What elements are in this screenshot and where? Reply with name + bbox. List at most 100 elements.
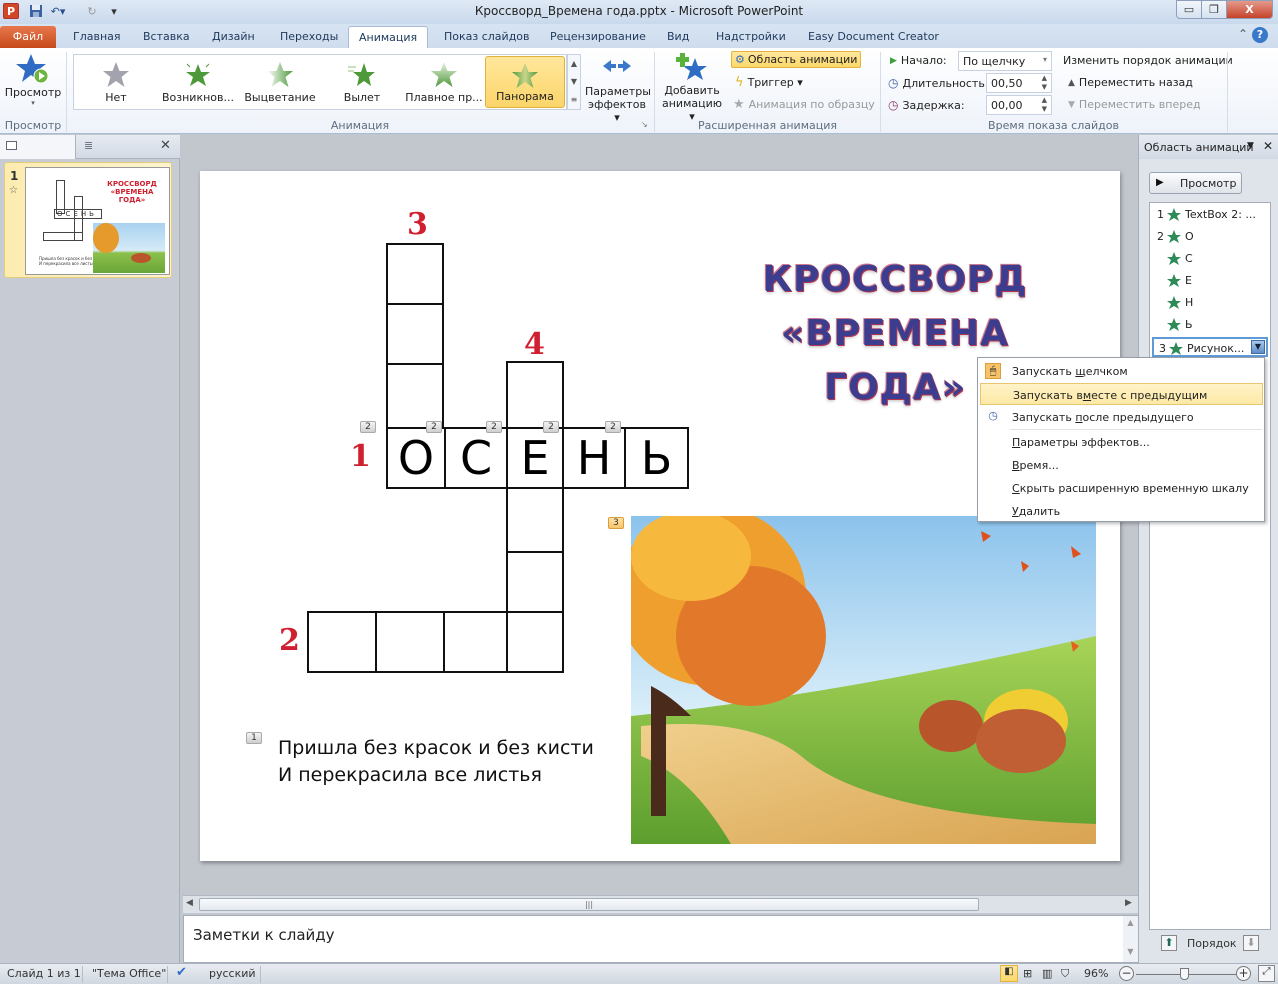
scroll-right-icon[interactable]: ▶	[1125, 898, 1132, 908]
menu-item-remove[interactable]: Удалить	[980, 500, 1263, 522]
menu-item-start-after-previous[interactable]: ◷ Запускать после предыдущего	[980, 406, 1263, 428]
slideshow-view-icon[interactable]: ⛉	[1061, 967, 1069, 981]
add-animation-button[interactable]: Добавить анимацию ▾	[659, 52, 725, 123]
theme-name[interactable]: "Тема Office"	[92, 967, 166, 980]
reading-view-icon[interactable]: ▥	[1042, 967, 1052, 980]
trigger-button[interactable]: ϟ Триггер ▾	[735, 75, 803, 90]
preview-button[interactable]: Просмотр ▾	[4, 52, 62, 114]
start-select[interactable]: По щелчку ▾	[958, 51, 1052, 71]
minimize-ribbon-icon[interactable]: ⌃	[1238, 27, 1248, 41]
crossword-cell-letter[interactable]: Ь	[624, 427, 689, 489]
animation-list-item[interactable]: 2 О	[1152, 227, 1268, 247]
crossword-cell[interactable]	[386, 363, 444, 429]
duration-spinner[interactable]: 00,50 ▲ ▼	[986, 73, 1052, 93]
scroll-left-icon[interactable]: ◀	[186, 898, 193, 908]
crossword-cell[interactable]	[443, 611, 508, 673]
zoom-in-icon[interactable]: +	[1236, 966, 1251, 981]
crossword-cell[interactable]	[386, 243, 444, 305]
tab-slides[interactable]	[0, 135, 76, 159]
animation-order-tag[interactable]: 2	[605, 421, 621, 433]
crossword-cell-letter[interactable]: Н	[562, 427, 626, 489]
animation-pane-button[interactable]: ⚙ Область анимации	[731, 51, 862, 68]
move-down-icon[interactable]: ⬇	[1243, 935, 1259, 951]
spinner-arrows-icon[interactable]: ▲ ▼	[1042, 96, 1047, 114]
animation-list-item[interactable]: Ь	[1152, 315, 1268, 335]
normal-view-icon[interactable]: ◧	[1000, 965, 1018, 982]
animation-appear[interactable]: Возникнов...	[158, 56, 238, 108]
move-earlier-button[interactable]: ▲ Переместить назад	[1068, 76, 1193, 89]
tab-view[interactable]: Вид	[657, 26, 699, 48]
animation-dialog-launcher-icon[interactable]: ↘	[641, 120, 648, 129]
slide-thumbnail-item[interactable]: 1 ☆ КРОССВОРД «ВРЕМЕНА ГОДА» ОСЕНЬ Пришла…	[4, 162, 172, 278]
animation-fly-in[interactable]: Вылет	[322, 56, 402, 108]
fit-to-window-icon[interactable]: ⤢	[1258, 965, 1275, 982]
crossword-cell[interactable]	[506, 611, 564, 673]
zoom-slider-track[interactable]	[1136, 968, 1236, 980]
menu-item-start-with-previous[interactable]: Запускать вместе с предыдущим	[980, 383, 1263, 405]
gallery-up-icon[interactable]: ▲	[568, 55, 580, 73]
scroll-down-icon[interactable]: ▼	[1123, 947, 1138, 956]
tab-outline[interactable]: ≣	[76, 135, 156, 159]
animation-list-item[interactable]: Е	[1152, 271, 1268, 291]
crossword-cell[interactable]	[506, 551, 564, 613]
notes-pane[interactable]: Заметки к слайду ▲ ▼	[183, 915, 1138, 963]
animation-none[interactable]: Нет	[76, 56, 156, 108]
crossword-cell[interactable]	[506, 361, 564, 429]
animation-float-in[interactable]: Плавное пр...	[404, 56, 484, 108]
tab-design[interactable]: Дизайн	[202, 26, 265, 48]
animation-list-item[interactable]: 1 TextBox 2: ...	[1152, 205, 1268, 225]
spellcheck-icon[interactable]: ✔	[176, 965, 187, 980]
minimize-button[interactable]: ▭	[1176, 0, 1202, 19]
crossword-cell-letter[interactable]: С	[444, 427, 508, 489]
tab-animations[interactable]: Анимация	[348, 26, 429, 48]
gallery-more-icon[interactable]: ≡	[568, 91, 580, 109]
animation-order-tag[interactable]: 2	[543, 421, 559, 433]
animation-list-item-selected[interactable]: 3 Рисунок... ▼	[1152, 337, 1268, 357]
help-icon[interactable]: ?	[1251, 27, 1268, 43]
tab-review[interactable]: Рецензирование	[540, 26, 656, 48]
pane-options-icon[interactable]: ▼	[1247, 141, 1254, 151]
crossword-cell[interactable]	[307, 611, 377, 673]
language[interactable]: русский	[209, 967, 256, 980]
tab-insert[interactable]: Вставка	[133, 26, 200, 48]
animation-fade[interactable]: Выцветание	[240, 56, 320, 108]
animation-order-tag[interactable]: 2	[426, 421, 442, 433]
zoom-slider-thumb[interactable]	[1180, 968, 1189, 980]
tab-slideshow[interactable]: Показ слайдов	[434, 26, 540, 48]
slide-sorter-icon[interactable]: ⊞	[1023, 967, 1032, 980]
tab-easy-document-creator[interactable]: Easy Document Creator	[798, 26, 949, 48]
animation-list-item[interactable]: Н	[1152, 293, 1268, 313]
animation-order-tag[interactable]: 2	[360, 421, 376, 433]
tab-addins[interactable]: Надстройки	[706, 26, 796, 48]
zoom-out-icon[interactable]: −	[1119, 966, 1134, 981]
animation-order-tag-selected[interactable]: 3	[608, 517, 624, 529]
horizontal-scrollbar[interactable]: ◀ ||| ▶	[183, 895, 1138, 913]
tab-file[interactable]: Файл	[0, 26, 56, 48]
menu-item-effect-options[interactable]: Параметры эффектов...	[980, 431, 1263, 453]
scroll-up-icon[interactable]: ▲	[1123, 918, 1138, 927]
animation-order-tag[interactable]: 2	[486, 421, 502, 433]
zoom-level[interactable]: 96%	[1084, 967, 1108, 980]
gallery-scroll[interactable]: ▲ ▼ ≡	[567, 54, 581, 110]
crossword-cell-letter[interactable]: Е	[506, 427, 564, 489]
play-animation-button[interactable]: ▶ Просмотр	[1149, 172, 1242, 194]
riddle-textbox[interactable]: Пришла без красок и без кисти И перекрас…	[278, 735, 594, 789]
autumn-landscape-picture[interactable]	[631, 516, 1096, 844]
notes-scrollbar[interactable]: ▲ ▼	[1123, 916, 1138, 962]
tab-transitions[interactable]: Переходы	[270, 26, 348, 48]
effect-options-button[interactable]: Параметры эффектов ▾	[585, 56, 651, 124]
close-button[interactable]: X	[1226, 0, 1273, 19]
close-pane-icon[interactable]: ✕	[1263, 139, 1273, 153]
menu-item-timing[interactable]: Время...	[980, 454, 1263, 476]
move-up-icon[interactable]: ⬆	[1161, 935, 1177, 951]
crossword-cell[interactable]	[375, 611, 445, 673]
animation-order-tag[interactable]: 1	[246, 732, 262, 744]
menu-item-hide-timeline[interactable]: Скрыть расширенную временную шкалу	[980, 477, 1263, 499]
tab-home[interactable]: Главная	[63, 26, 131, 48]
crossword-cell-letter[interactable]: О	[386, 427, 446, 489]
spinner-arrows-icon[interactable]: ▲ ▼	[1042, 74, 1047, 92]
gallery-down-icon[interactable]: ▼	[568, 73, 580, 91]
crossword-cell[interactable]	[386, 303, 444, 365]
move-later-button[interactable]: ▼ Переместить вперед	[1068, 98, 1201, 111]
crossword-cell[interactable]	[506, 487, 564, 555]
